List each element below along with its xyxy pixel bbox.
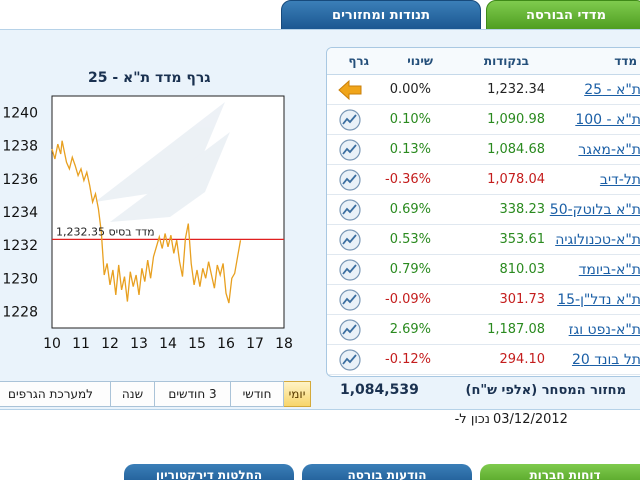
index-link[interactable]: ת"א - 100 — [575, 112, 640, 128]
index-change: 0.10% — [389, 112, 431, 127]
table-row: ת"א-מאגר 1,084.68 0.13% — [327, 135, 640, 165]
period-tab-year[interactable]: שנה — [110, 381, 155, 407]
base-label: מדד בסיס 1,232.35 — [56, 225, 155, 238]
chart-title: גרף מדד ת"א - 25 — [88, 70, 211, 86]
tab-exchange-indices[interactable]: מדדי הבורסה — [486, 0, 640, 30]
chart-icon[interactable] — [337, 318, 363, 342]
index-change: -0.36% — [385, 172, 431, 187]
arrow-left-icon[interactable] — [337, 78, 363, 102]
chart-icon[interactable] — [337, 168, 363, 192]
table-row: ת"א נדל"ן-15 301.73 -0.09% — [327, 285, 640, 315]
table-row: ת"א-ביומד 810.03 0.79% — [327, 255, 640, 285]
table-row: תל-דיב 1,078.04 -0.36% — [327, 165, 640, 195]
index-change: -0.12% — [385, 352, 431, 367]
index-points: 301.73 — [499, 292, 546, 307]
chart-icon[interactable] — [337, 198, 363, 222]
index-link[interactable]: תל בונד 20 — [572, 352, 640, 368]
index-change: 0.53% — [389, 232, 431, 247]
period-tab-3months[interactable]: 3 חודשים — [154, 381, 231, 407]
index-points: 1,187.08 — [487, 322, 545, 337]
table-row: ת"א-נפט וגז 1,187.08 2.69% — [327, 315, 640, 345]
date-value: 03/12/2012 — [493, 412, 568, 427]
date-line: נכון ל- 03/12/2012 — [0, 412, 640, 432]
x-tick-label: 17 — [246, 336, 264, 352]
index-change: 2.69% — [389, 322, 431, 337]
chart-icon[interactable] — [337, 228, 363, 252]
index-change: 0.69% — [389, 202, 431, 217]
tab-company-reports[interactable]: דוחות חברות — [480, 464, 640, 480]
x-tick-label: 18 — [275, 336, 293, 352]
chart-icon[interactable] — [337, 138, 363, 162]
index-points: 1,078.04 — [487, 172, 545, 187]
x-tick-label: 16 — [217, 336, 235, 352]
chart-icon[interactable] — [337, 348, 363, 372]
index-link[interactable]: ת"א-טכנולוגיה — [555, 232, 640, 248]
y-tick-label: 1238 — [2, 139, 38, 155]
index-change: 0.00% — [389, 82, 431, 97]
tab-board-decisions[interactable]: החלטות דירקטוריון — [124, 464, 294, 480]
y-tick-label: 1232 — [2, 238, 38, 254]
volume-row: מחזור המסחר (אלפי ש"ח) 1,084,539 — [326, 377, 640, 407]
y-tick-label: 1234 — [2, 205, 38, 221]
y-tick-label: 1236 — [2, 172, 38, 188]
x-tick-label: 13 — [130, 336, 148, 352]
header-change: שינוי — [407, 54, 433, 68]
period-tab-monthly[interactable]: חודשי — [230, 381, 284, 407]
y-tick-label: 1240 — [2, 106, 38, 122]
period-tab-charts-system[interactable]: למערכת הגרפים — [0, 381, 111, 407]
table-row: ת"א - 100 1,090.98 0.10% — [327, 105, 640, 135]
index-points: 1,232.34 — [487, 82, 545, 97]
table-header: מדד בנקודות שינוי גרף — [327, 48, 640, 75]
index-points: 1,090.98 — [487, 112, 545, 127]
chart-icon[interactable] — [337, 108, 363, 132]
x-tick-label: 14 — [159, 336, 177, 352]
tab-exchange-announcements[interactable]: הודעות בורסה — [302, 464, 472, 480]
x-tick-label: 11 — [72, 336, 90, 352]
x-tick-label: 10 — [43, 336, 61, 352]
y-tick-label: 1230 — [2, 271, 38, 287]
index-change: 0.79% — [389, 262, 431, 277]
table-row: ת"א-טכנולוגיה 353.61 0.53% — [327, 225, 640, 255]
period-tab-daily[interactable]: יומי — [283, 381, 311, 407]
index-link[interactable]: ת"א נדל"ן-15 — [557, 292, 640, 308]
index-link[interactable]: תל-דיב — [600, 172, 640, 188]
index-chart: 1228 1230 1232 1234 1236 1238 1240 10 11 12 13 14 1… — [2, 95, 293, 352]
index-link[interactable]: ת"א - 25 — [584, 82, 640, 98]
table-row: תל בונד 20 294.10 -0.12% — [327, 345, 640, 375]
x-tick-label: 12 — [101, 336, 119, 352]
chart-icon[interactable] — [337, 288, 363, 312]
index-points: 353.61 — [499, 232, 546, 247]
index-change: 0.13% — [389, 142, 431, 157]
index-link[interactable]: ת"א-מאגר — [578, 142, 640, 158]
indices-table: מדד בנקודות שינוי גרף ת"א - 25 1,232.34 0.… — [326, 47, 640, 377]
index-points: 338.23 — [499, 202, 546, 217]
tab-movements-volumes[interactable]: תנודות ומחזורים — [281, 0, 481, 30]
index-points: 810.03 — [499, 262, 546, 277]
x-tick-label: 15 — [188, 336, 206, 352]
date-label: נכון ל- — [454, 412, 490, 427]
index-link[interactable]: ת"א-נפט וגז — [569, 322, 640, 338]
index-link[interactable]: ת"א בלוטק-50 — [550, 202, 640, 218]
header-index: מדד — [614, 54, 637, 68]
y-tick-label: 1228 — [2, 304, 38, 320]
header-chart: גרף — [348, 54, 369, 68]
index-points: 1,084.68 — [487, 142, 545, 157]
table-row: ת"א בלוטק-50 338.23 0.69% — [327, 195, 640, 225]
volume-value: 1,084,539 — [340, 382, 419, 398]
index-change: -0.09% — [385, 292, 431, 307]
header-points: בנקודות — [483, 54, 529, 68]
chart-icon[interactable] — [337, 258, 363, 282]
index-link[interactable]: ת"א-ביומד — [579, 262, 640, 278]
table-row: ת"א - 25 1,232.34 0.00% — [327, 75, 640, 105]
volume-label: מחזור המסחר (אלפי ש"ח) — [465, 383, 627, 398]
index-points: 294.10 — [499, 352, 546, 367]
